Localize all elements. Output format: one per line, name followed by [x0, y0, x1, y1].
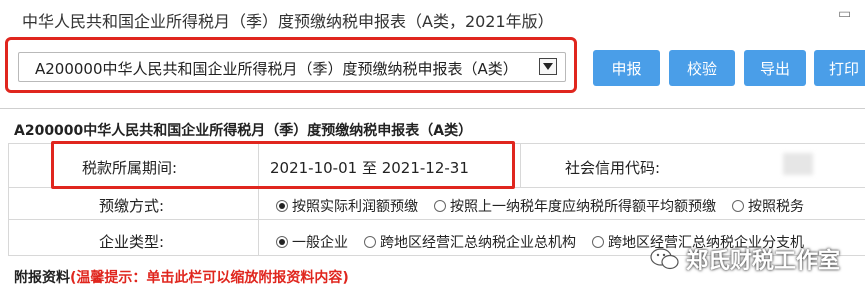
wechat-icon: [650, 247, 680, 271]
verify-button[interactable]: 校验: [669, 50, 735, 86]
watermark: 郑氏财税工作室: [650, 243, 840, 275]
collapse-icon[interactable]: ▭: [838, 6, 851, 22]
page-title: 中华人民共和国企业所得税月（季）度预缴纳税申报表（A类，2021年版）: [22, 12, 554, 31]
export-button[interactable]: 导出: [744, 50, 806, 86]
credit-code-label: 社会信用代码:: [565, 159, 661, 177]
radio-checked-icon[interactable]: [276, 200, 288, 212]
option-label: 一般企业: [292, 235, 348, 251]
prepay-option-tax-authority[interactable]: 按照税务: [732, 196, 804, 216]
redacted-credit-code: [783, 153, 813, 175]
radio-icon[interactable]: [434, 200, 446, 212]
attachment-label: 附报资料: [14, 270, 70, 286]
prepay-method-label: 预缴方式:: [99, 197, 165, 215]
attachment-hint: (温馨提示：单击此栏可以缩放附报资料内容): [70, 270, 349, 286]
selector-highlight-frame: A200000中华人民共和国企业所得税月（季）度预缴纳税申报表（A类）: [5, 37, 577, 93]
option-label: 按照实际利润额预缴: [292, 199, 418, 215]
chevron-down-icon[interactable]: [539, 58, 557, 75]
radio-icon[interactable]: [592, 236, 604, 248]
row-divider: [8, 219, 865, 220]
period-label: 税款所属期间:: [82, 159, 178, 177]
enterprise-option-headquarters[interactable]: 跨地区经营汇总纳税企业总机构: [364, 232, 576, 252]
column-divider: [8, 143, 9, 255]
option-label: 按照税务: [748, 199, 804, 215]
form-title: A200000中华人民共和国企业所得税月（季）度预缴纳税申报表（A类）: [14, 123, 473, 139]
attachment-section-toggle[interactable]: 附报资料(温馨提示：单击此栏可以缩放附报资料内容): [14, 267, 349, 287]
enterprise-option-general[interactable]: 一般企业: [276, 232, 348, 252]
option-label: 跨地区经营汇总纳税企业总机构: [380, 235, 576, 251]
radio-checked-icon[interactable]: [276, 236, 288, 248]
prepay-option-actual-profit[interactable]: 按照实际利润额预缴: [276, 196, 418, 216]
radio-icon[interactable]: [732, 200, 744, 212]
form-type-select[interactable]: A200000中华人民共和国企业所得税月（季）度预缴纳税申报表（A类）: [18, 52, 566, 82]
option-label: 按照上一纳税年度应纳税所得额平均额预缴: [450, 199, 716, 215]
period-value: 2021-10-01 至 2021-12-31: [270, 159, 469, 177]
column-divider: [520, 143, 521, 187]
prepay-method-options: 按照实际利润额预缴 按照上一纳税年度应纳税所得额平均额预缴 按照税务: [276, 196, 820, 216]
radio-icon[interactable]: [364, 236, 376, 248]
prepay-option-prior-year-average[interactable]: 按照上一纳税年度应纳税所得额平均额预缴: [434, 196, 716, 216]
declare-button[interactable]: 申报: [593, 50, 660, 86]
print-button[interactable]: 打印: [814, 50, 865, 86]
enterprise-type-label: 企业类型:: [99, 233, 165, 251]
form-type-select-value: A200000中华人民共和国企业所得税月（季）度预缴纳税申报表（A类）: [35, 60, 518, 78]
watermark-text: 郑氏财税工作室: [686, 249, 841, 274]
